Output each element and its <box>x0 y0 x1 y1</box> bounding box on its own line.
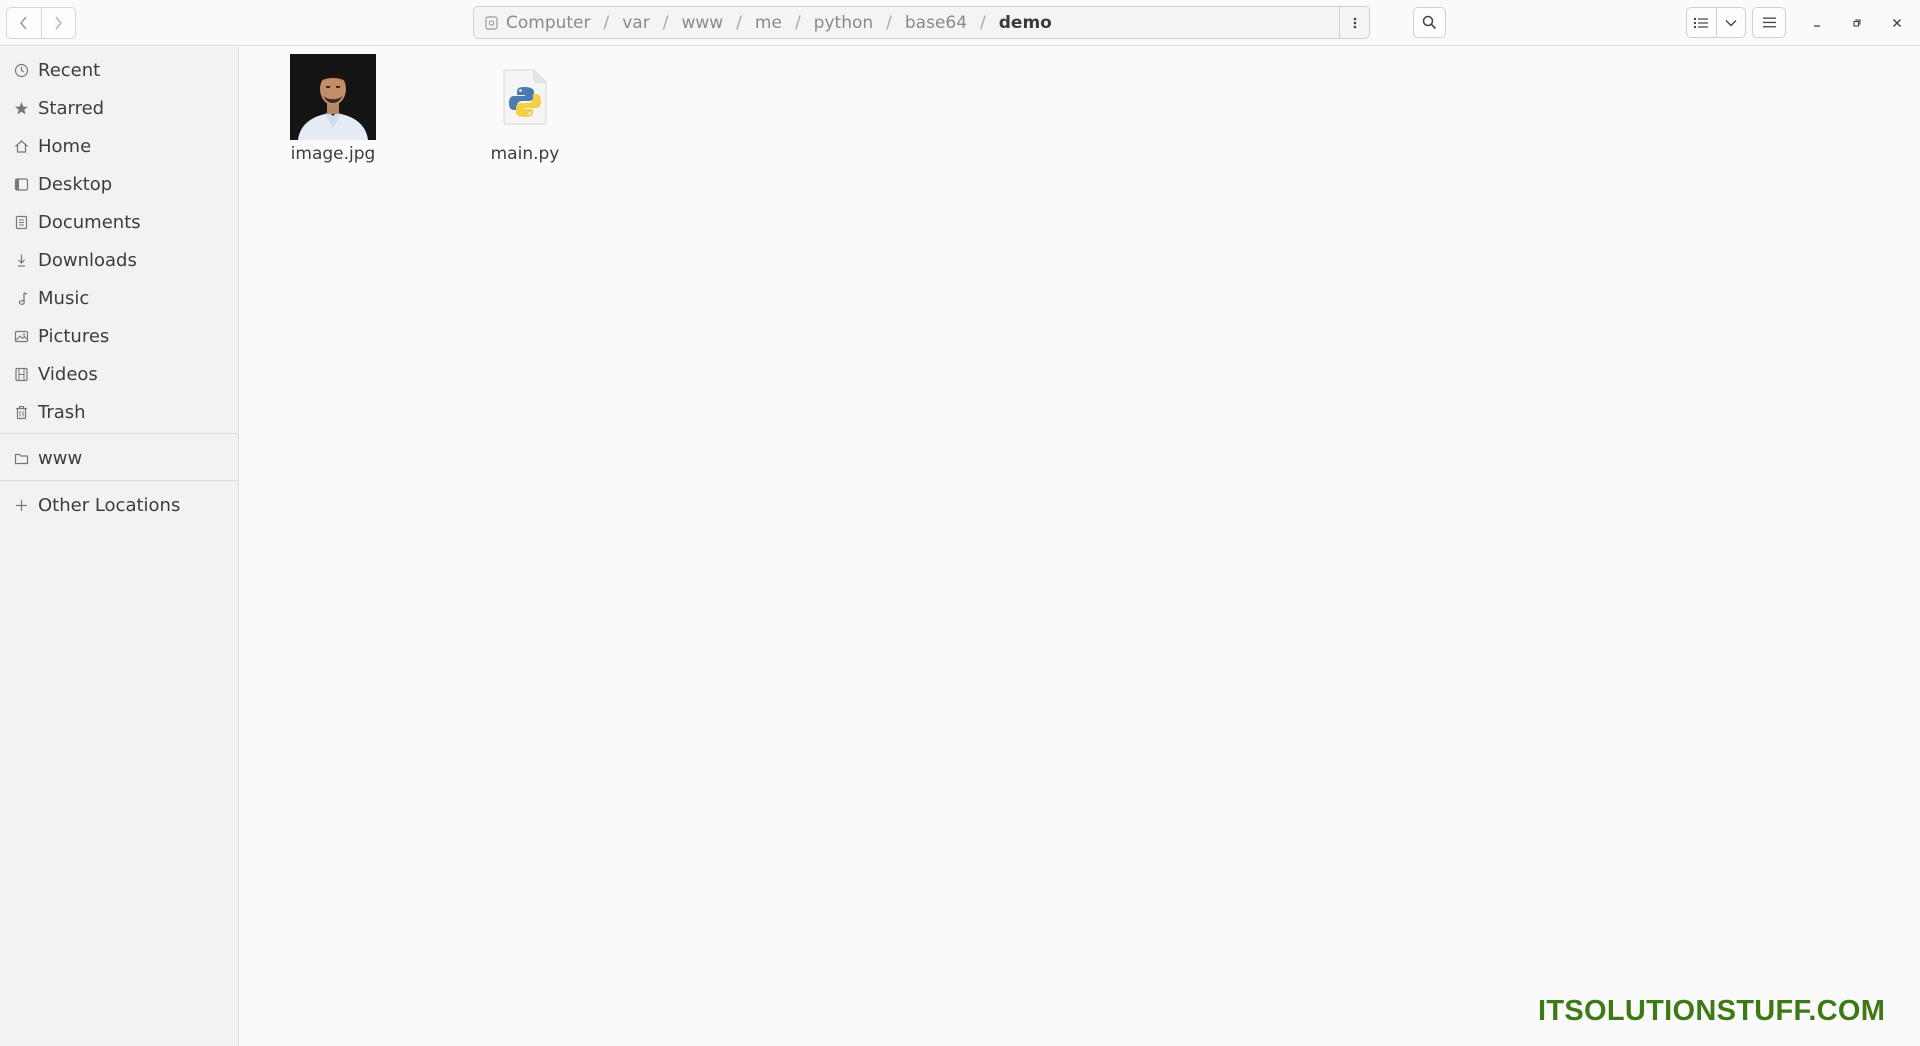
sidebar-bookmark-www[interactable]: www <box>0 439 238 477</box>
sidebar-item-label: Desktop <box>38 173 113 195</box>
sidebar-item-label: Music <box>38 287 90 309</box>
vertical-dots-icon <box>1353 17 1356 28</box>
breadcrumb-segment[interactable]: me <box>755 13 782 33</box>
sidebar-item-other-locations[interactable]: Other Locations <box>0 486 238 524</box>
sidebar-item-label: Starred <box>38 97 105 119</box>
trash-icon <box>13 404 29 420</box>
header-bar: Computer / var / www / me / python / base64 / demo <box>0 0 1920 46</box>
path-menu-button[interactable] <box>1339 7 1369 38</box>
path-bar: Computer / var / www / me / python / base64 / demo <box>473 6 1370 39</box>
hamburger-menu-icon <box>1762 17 1776 28</box>
view-options <box>1686 7 1746 38</box>
breadcrumb-separator: / <box>980 12 986 33</box>
breadcrumb: Computer / var / www / me / python / base64 / demo <box>474 7 1339 38</box>
close-icon <box>1893 19 1901 27</box>
sidebar-item-starred[interactable]: Starred <box>0 89 238 127</box>
list-view-button[interactable] <box>1687 8 1716 37</box>
sidebar-divider <box>0 480 238 481</box>
chevron-down-icon <box>1725 19 1737 26</box>
file-item-image[interactable]: image.jpg <box>290 54 376 164</box>
chevron-left-icon <box>20 16 27 30</box>
sidebar-item-downloads[interactable]: Downloads <box>0 241 238 279</box>
breadcrumb-separator: / <box>794 12 801 33</box>
sidebar-item-recent[interactable]: Recent <box>0 51 238 89</box>
sidebar-item-label: Pictures <box>38 325 110 347</box>
music-note-icon <box>13 290 29 306</box>
sidebar-item-documents[interactable]: Documents <box>0 203 238 241</box>
sidebar-item-label: Videos <box>38 363 98 385</box>
close-button[interactable] <box>1882 8 1912 38</box>
sidebar-item-label: Recent <box>38 59 101 81</box>
minimize-button[interactable] <box>1802 8 1832 38</box>
breadcrumb-separator: / <box>662 12 669 33</box>
file-name: main.py <box>490 144 560 164</box>
sidebar-item-pictures[interactable]: Pictures <box>0 317 238 355</box>
file-item-python[interactable]: main.py <box>482 54 568 164</box>
breadcrumb-current[interactable]: demo <box>999 13 1052 33</box>
restore-button[interactable] <box>1842 8 1872 38</box>
file-name: image.jpg <box>290 144 376 164</box>
breadcrumb-separator: / <box>886 12 892 33</box>
image-thumbnail <box>290 54 376 140</box>
sidebar-item-label: Documents <box>38 211 141 233</box>
home-icon <box>13 138 29 154</box>
star-icon <box>13 100 29 116</box>
file-manager-window: Computer / var / www / me / python / base64 / demo <box>0 0 1920 1046</box>
restore-icon <box>1853 19 1861 27</box>
sidebar-item-videos[interactable]: Videos <box>0 355 238 393</box>
sidebar-item-label: Downloads <box>38 249 137 271</box>
sidebar-item-music[interactable]: Music <box>0 279 238 317</box>
view-dropdown-button[interactable] <box>1715 8 1745 37</box>
breadcrumb-segment[interactable]: var <box>622 13 649 33</box>
list-view-icon <box>1694 17 1709 28</box>
download-icon <box>13 252 29 268</box>
folder-icon <box>13 450 29 466</box>
sidebar-item-label: Trash <box>38 401 86 423</box>
sidebar-item-trash[interactable]: Trash <box>0 393 238 431</box>
breadcrumb-segment[interactable]: www <box>681 13 723 33</box>
python-file-icon <box>503 69 547 125</box>
file-view: image.jpg main.py <box>240 47 1920 1046</box>
sidebar-divider <box>0 433 238 434</box>
breadcrumb-segment[interactable]: base64 <box>905 13 967 33</box>
breadcrumb-segment[interactable]: Computer <box>506 13 591 33</box>
watermark-text: ITSOLUTIONSTUFF.COM <box>1538 995 1886 1027</box>
breadcrumb-separator: / <box>736 12 742 33</box>
plus-icon <box>13 497 29 513</box>
sidebar-item-label: Home <box>38 135 92 157</box>
search-button[interactable] <box>1413 7 1446 38</box>
document-icon <box>13 214 29 230</box>
breadcrumb-separator: / <box>603 12 610 33</box>
back-button[interactable] <box>7 8 41 38</box>
search-icon <box>1422 15 1437 30</box>
navigation-buttons <box>6 7 76 39</box>
sidebar-item-label: www <box>38 447 83 469</box>
sidebar-item-desktop[interactable]: Desktop <box>0 165 238 203</box>
film-icon <box>13 366 29 382</box>
chevron-right-icon <box>55 16 63 30</box>
desktop-icon <box>13 176 29 192</box>
clock-icon <box>13 62 29 78</box>
minimize-icon <box>1814 25 1820 27</box>
sidebar: Recent Starred Home Desktop Documents Do… <box>0 47 239 1046</box>
drive-icon <box>484 15 498 30</box>
picture-icon <box>13 328 29 344</box>
sidebar-item-home[interactable]: Home <box>0 127 238 165</box>
breadcrumb-segment[interactable]: python <box>814 13 873 33</box>
forward-button[interactable] <box>40 8 75 38</box>
sidebar-item-label: Other Locations <box>38 494 181 516</box>
main-menu-button[interactable] <box>1752 7 1786 38</box>
